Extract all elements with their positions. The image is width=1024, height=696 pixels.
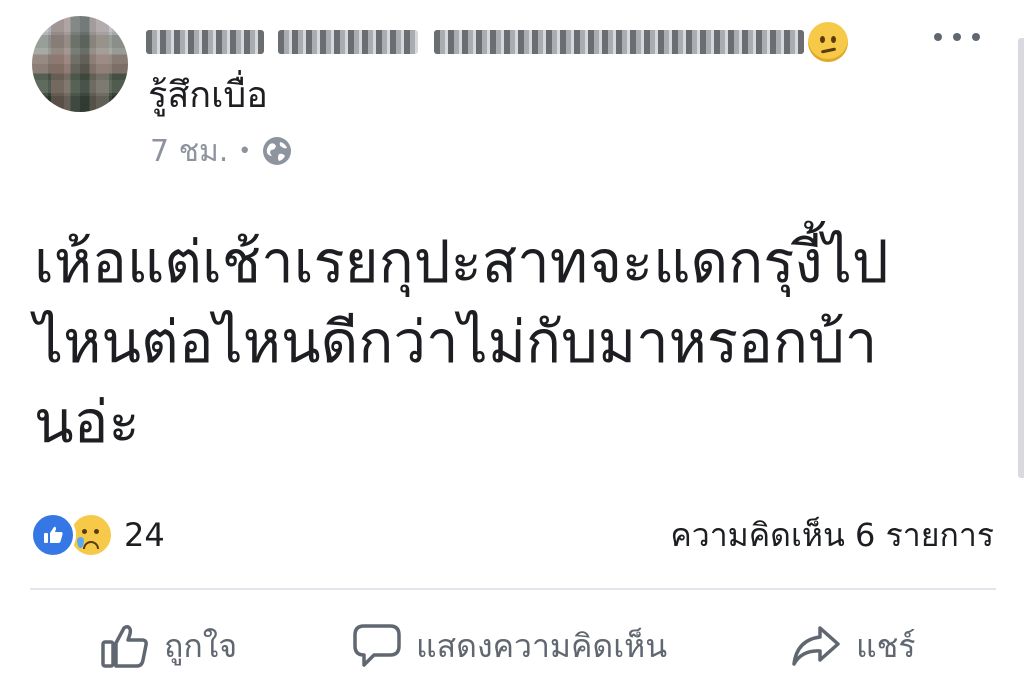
blurred-segment — [146, 30, 264, 54]
like-label: ถูกใจ — [164, 626, 238, 665]
more-dot-icon — [934, 33, 942, 41]
scroll-edge — [1018, 38, 1024, 478]
post-text-line: นอ่ะ — [34, 388, 140, 456]
like-button[interactable]: ถูกใจ — [100, 616, 237, 676]
globe-icon[interactable] — [261, 135, 293, 167]
confused-face-emoji — [808, 22, 848, 62]
pixelated-overlay — [32, 16, 128, 112]
comment-bubble-icon — [353, 624, 401, 667]
feeling-label: รู้สึกเบื่อ — [148, 75, 268, 116]
action-bar: ถูกใจ แสดงความคิดเห็น แชร์ — [0, 606, 1024, 686]
like-reaction-icon — [30, 512, 76, 558]
thumbs-up-icon — [101, 624, 148, 668]
post-body: เห้อแต่เช้าเรยกุปะสาทจะแดกรุงี้ไป ไหนต่อ… — [34, 222, 994, 462]
post-text-line: ไหนต่อไหนดีกว่าไม่กับมาหรอกบ้า — [34, 308, 878, 376]
separator: • — [238, 138, 252, 164]
blurred-segment — [434, 30, 804, 54]
share-arrow-icon — [792, 626, 840, 666]
timestamp[interactable]: 7 ชม. — [150, 128, 228, 175]
author-name-blurred[interactable] — [146, 20, 808, 66]
avatar[interactable] — [32, 16, 128, 112]
reactions-summary[interactable]: 24 — [30, 510, 165, 560]
share-label: แชร์ — [856, 626, 916, 665]
comment-label: แสดงความคิดเห็น — [416, 626, 668, 665]
comment-button[interactable]: แสดงความคิดเห็น — [352, 616, 667, 676]
comments-count-link[interactable]: ความคิดเห็น 6 รายการ — [670, 512, 994, 558]
more-options-button[interactable] — [934, 22, 980, 52]
blurred-segment — [278, 30, 418, 54]
more-dot-icon — [953, 33, 961, 41]
post-meta: 7 ชม. • — [150, 132, 293, 170]
post-text-line: เห้อแต่เช้าเรยกุปะสาทจะแดกรุงี้ไป — [34, 228, 889, 296]
reaction-count: 24 — [124, 516, 165, 554]
divider — [30, 588, 996, 590]
more-dot-icon — [972, 33, 980, 41]
share-button[interactable]: แชร์ — [790, 616, 916, 676]
